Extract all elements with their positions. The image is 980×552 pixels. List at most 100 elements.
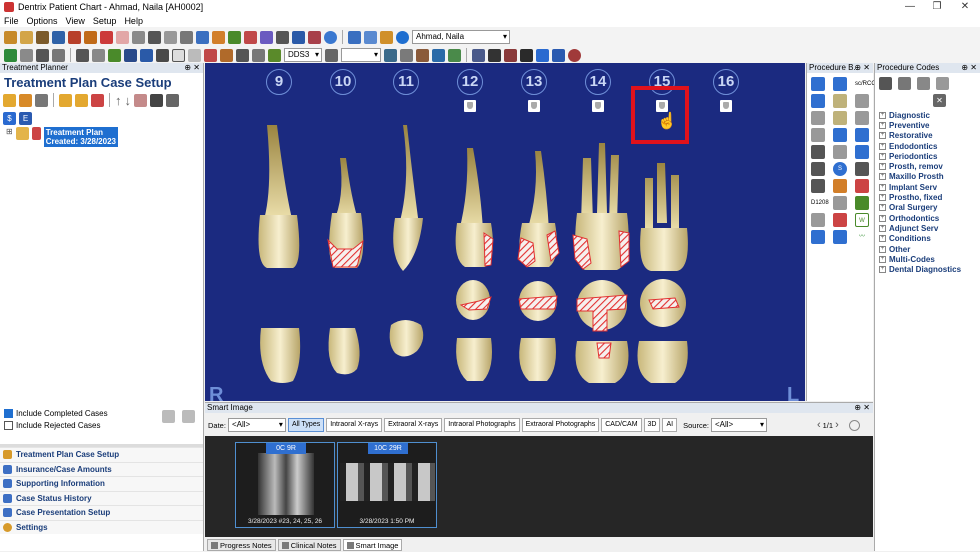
menu-file[interactable]: File (4, 16, 19, 26)
implant-icon[interactable] (416, 48, 429, 62)
contact-icon[interactable] (308, 30, 321, 44)
procedure-category-item[interactable]: + Adjunct Serv (875, 223, 980, 233)
tab-extraoral-photographs[interactable]: Extraoral Photographs (521, 418, 600, 432)
source-filter[interactable]: <All> (710, 418, 767, 432)
nav-case-status-history[interactable]: Case Status History (0, 490, 203, 505)
tooth-10[interactable] (327, 158, 364, 268)
panel-pin-close[interactable]: ⊕ ✕ (854, 403, 870, 413)
expand-plus-icon[interactable]: + (879, 173, 886, 181)
menu-view[interactable]: View (66, 16, 85, 26)
tab-extraoral-xrays[interactable]: Extraoral X-rays (384, 418, 443, 432)
view-icon[interactable] (124, 48, 137, 62)
grid-view-icon[interactable] (162, 410, 175, 423)
tab-intraoral-xrays[interactable]: Intraoral X-rays (326, 418, 383, 432)
pencil-icon[interactable] (84, 30, 97, 44)
denture-icon[interactable] (855, 128, 869, 142)
expand-plus-icon[interactable]: + (879, 255, 886, 263)
menu-options[interactable]: Options (27, 16, 58, 26)
family-icon[interactable] (36, 30, 49, 44)
xray-button-icon[interactable] (811, 213, 825, 227)
forms-icon[interactable] (292, 30, 305, 44)
procedure-category-item[interactable]: + Preventive (875, 120, 980, 130)
new-case-icon[interactable] (3, 93, 16, 107)
panel-pin-close[interactable]: ⊕ ✕ (854, 63, 870, 73)
tooth-15[interactable] (640, 163, 688, 271)
code-edit-icon[interactable] (917, 77, 930, 90)
tab-progress-notes[interactable]: Progress Notes (207, 539, 276, 551)
exam-icon[interactable] (811, 145, 825, 159)
dollar-icon[interactable]: $ (3, 111, 16, 125)
menu-help[interactable]: Help (124, 16, 143, 26)
xray-thumbnail-1[interactable]: 0C 9R 3/28/2023 #23, 24, 25, 26 (235, 442, 335, 528)
implant-button-icon[interactable] (811, 111, 825, 125)
tooth-14[interactable] (572, 143, 630, 270)
lower-tooth-10[interactable] (328, 328, 360, 375)
pen-icon[interactable] (325, 48, 338, 62)
expand-plus-icon[interactable]: + (879, 224, 886, 232)
provider-selector[interactable]: DDS3 (284, 48, 322, 62)
gear-icon[interactable] (236, 48, 249, 62)
green-check-icon[interactable] (108, 48, 121, 62)
tag-icon[interactable] (59, 93, 72, 107)
expand-plus-icon[interactable]: + (879, 214, 886, 222)
expand-plus-icon[interactable]: + (879, 183, 886, 191)
eye-icon[interactable] (432, 48, 445, 62)
procedure-category-item[interactable]: + Endodontics (875, 141, 980, 151)
refresh-icon[interactable] (4, 48, 17, 62)
procedure-category-item[interactable]: + Restorative (875, 131, 980, 141)
note-icon[interactable] (132, 30, 145, 44)
search-icon[interactable] (324, 30, 337, 44)
bracket-icon[interactable] (92, 48, 105, 62)
expand-plus-icon[interactable]: + (879, 121, 886, 129)
settings-icon[interactable] (848, 419, 860, 431)
print-icon[interactable] (20, 48, 33, 62)
tooth-chart-icon[interactable] (100, 30, 113, 44)
print-case-icon[interactable] (134, 93, 147, 107)
expand-plus-icon[interactable]: + (879, 194, 886, 202)
notes-icon[interactable] (488, 48, 501, 62)
info-icon[interactable] (396, 30, 409, 44)
expand-plus-icon[interactable]: + (879, 245, 886, 253)
move-up-icon[interactable]: ↑ (115, 93, 122, 108)
expand-plus-icon[interactable]: + (879, 142, 886, 150)
lab-icon[interactable] (244, 30, 257, 44)
patient-icon[interactable] (4, 30, 17, 44)
tab-3d[interactable]: 3D (643, 418, 661, 432)
lower-tooth-13[interactable] (519, 338, 556, 381)
checkbox[interactable] (4, 408, 13, 418)
folder-icon[interactable] (20, 30, 33, 44)
camera-icon[interactable] (400, 48, 413, 62)
chart-view-icon[interactable] (76, 48, 89, 62)
ortho-button-icon[interactable] (833, 213, 847, 227)
s-button-icon[interactable]: S (833, 162, 847, 176)
appointment-icon[interactable] (348, 30, 361, 44)
date-filter[interactable]: <All> (227, 418, 286, 432)
blank-selector[interactable] (341, 48, 381, 62)
checkbox[interactable] (4, 420, 13, 430)
printer-icon[interactable] (36, 48, 49, 62)
rectangle-icon[interactable] (116, 30, 129, 44)
list-view-icon[interactable] (182, 410, 195, 423)
close-button[interactable]: ✕ (950, 0, 980, 14)
expand-plus-icon[interactable]: + (879, 152, 886, 160)
tab-cad-cam[interactable]: CAD/CAM (601, 418, 642, 432)
procedure-category-item[interactable]: + Oral Surgery (875, 203, 980, 213)
bridge-icon[interactable] (811, 77, 825, 91)
rx-icon[interactable] (228, 30, 241, 44)
post-icon[interactable] (855, 94, 869, 108)
nav-supporting-information[interactable]: Supporting Information (0, 476, 203, 491)
r-icon[interactable] (180, 30, 193, 44)
panel-pin-close[interactable]: ⊕ ✕ (184, 63, 200, 73)
minimize-button[interactable]: — (895, 0, 925, 14)
wrench-icon[interactable] (220, 48, 233, 62)
procedure-category-item[interactable]: + Conditions (875, 234, 980, 244)
diamond-icon[interactable] (75, 93, 88, 107)
clinical-icon[interactable] (504, 48, 517, 62)
ellipse-tool-icon[interactable] (188, 48, 201, 62)
perio-button-icon[interactable] (833, 179, 847, 193)
expand-plus-icon[interactable]: + (879, 111, 886, 119)
monitor-icon[interactable] (276, 30, 289, 44)
expand-plus-icon[interactable]: + (879, 204, 886, 212)
windows-icon[interactable] (552, 48, 565, 62)
crown-icon[interactable] (833, 77, 847, 91)
